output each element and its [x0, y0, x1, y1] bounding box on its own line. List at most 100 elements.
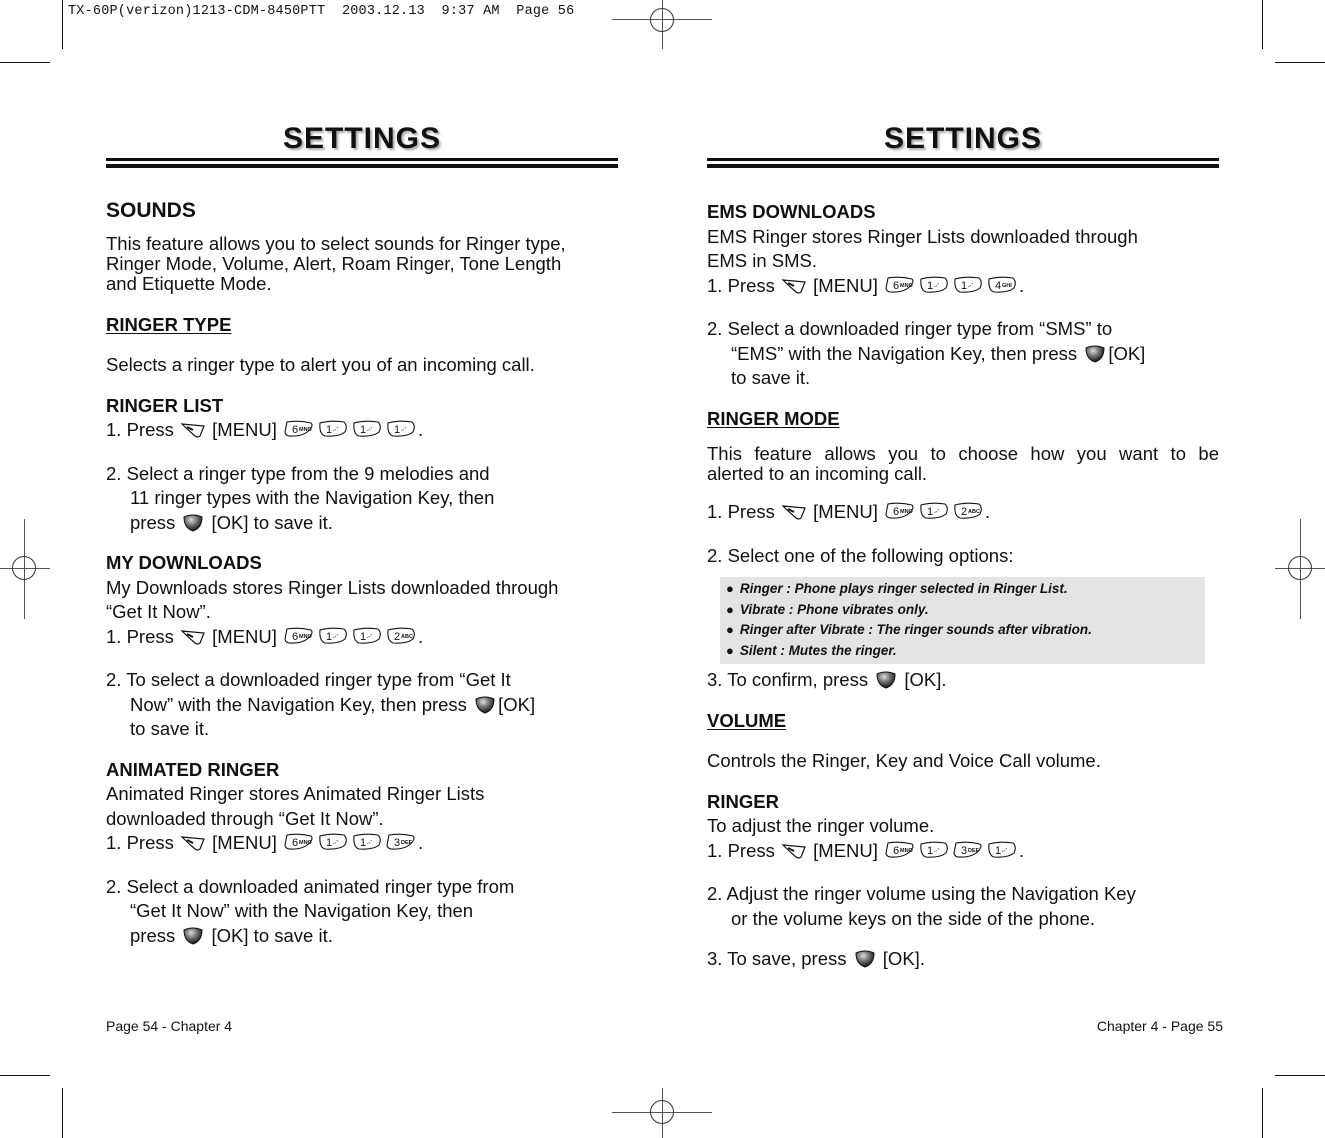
- menu-softkey-icon: [180, 421, 206, 446]
- svg-text:.-’: .-’: [934, 283, 939, 289]
- svg-text:2: 2: [961, 506, 967, 518]
- svg-text:6: 6: [893, 506, 899, 518]
- svg-text:.-’: .-’: [333, 427, 338, 433]
- keypad-6-icon: 6 MNO: [884, 276, 916, 302]
- crop-mark: [62, 0, 63, 49]
- subsection-heading-my-downloads: MY DOWNLOADS: [106, 552, 262, 573]
- ringer-mode-options-box: ● Ringer : Phone plays ringer selected in…: [720, 577, 1205, 664]
- menu-softkey-icon: [781, 503, 807, 528]
- crop-mark: [0, 62, 50, 63]
- keypad-1-icon: 1 .-’: [317, 833, 349, 859]
- subsection-heading-animated-ringer: ANIMATED RINGER: [106, 758, 280, 780]
- svg-text:1: 1: [927, 506, 933, 518]
- key-sequence: 6 MNO 1 .-’ 2 ABC: [883, 501, 985, 522]
- keypad-3-icon: 3 DEF: [385, 833, 417, 859]
- key-sequence: 6 MNO 1 .-’ 3 DEF 1 .-’: [883, 840, 1019, 861]
- svg-text:MNO: MNO: [299, 634, 313, 640]
- keypad-1-icon: 1 .-’: [918, 841, 950, 867]
- keypad-6-icon: 6 MNO: [283, 833, 315, 859]
- keypad-6-icon: 6 MNO: [283, 627, 315, 653]
- svg-text:1: 1: [927, 280, 933, 292]
- ringer-list-step1: 1. Press [MENU] 6 MNO 1 .-’ 1 .-’ 1 .-’.: [106, 418, 618, 446]
- svg-text:1: 1: [326, 424, 332, 436]
- svg-text:6: 6: [292, 837, 298, 849]
- svg-text:.-’: .-’: [367, 634, 372, 640]
- svg-text:.-’: .-’: [401, 427, 406, 433]
- keypad-1-icon: 1 .-’: [317, 627, 349, 653]
- svg-text:DEF: DEF: [401, 840, 413, 846]
- svg-text:1: 1: [326, 837, 332, 849]
- svg-text:1: 1: [995, 845, 1001, 857]
- keypad-4-icon: 4 GHI: [986, 276, 1018, 302]
- bullet-icon: ●: [726, 601, 734, 617]
- ok-button-icon: [855, 950, 875, 968]
- keypad-1-icon: 1 .-’: [385, 420, 417, 446]
- keypad-6-icon: 6 MNO: [884, 841, 916, 867]
- right-page: SETTINGS EMS DOWNLOADS EMS Ringer stores…: [707, 122, 1219, 969]
- crop-mark: [1275, 1075, 1325, 1076]
- title-rule: [106, 158, 618, 161]
- crop-mark: [1262, 0, 1263, 49]
- section-heading-ringer-type: RINGER TYPE: [106, 313, 232, 335]
- svg-text:6: 6: [292, 424, 298, 436]
- ok-button-icon: [475, 696, 495, 714]
- keypad-1-icon: 1 .-’: [351, 627, 383, 653]
- svg-text:.-’: .-’: [968, 283, 973, 289]
- svg-text:1: 1: [360, 837, 366, 849]
- bullet-icon: ●: [726, 622, 734, 637]
- menu-softkey-icon: [180, 628, 206, 653]
- option-item: ● Ringer after Vibrate : The ringer sound…: [726, 622, 1092, 637]
- key-sequence: 6 MNO 1 .-’ 1 .-’ 4 GHI: [883, 275, 1019, 296]
- svg-text:.-’: .-’: [934, 509, 939, 515]
- key-sequence: 6 MNO 1 .-’ 1 .-’ 2 ABC: [282, 626, 418, 647]
- key-sequence: 6 MNO 1 .-’ 1 .-’ 3 DEF: [282, 832, 418, 853]
- svg-text:6: 6: [292, 631, 298, 643]
- keypad-3-icon: 3 DEF: [952, 841, 984, 867]
- svg-text:MNO: MNO: [299, 427, 313, 433]
- ringer-type-description: Selects a ringer type to alert you of an…: [106, 354, 535, 375]
- page-footer-right: Chapter 4 - Page 55: [1096, 1018, 1223, 1034]
- svg-text:3: 3: [394, 837, 400, 849]
- svg-text:.-’: .-’: [333, 634, 338, 640]
- ringer-mode-step1: 1. Press [MENU] 6 MNO 1 .-’ 2 ABC.: [707, 500, 1219, 528]
- keypad-1-icon: 1 .-’: [952, 276, 984, 302]
- svg-text:1: 1: [360, 631, 366, 643]
- subsection-heading-ringer: RINGER: [707, 790, 779, 812]
- svg-text:MNO: MNO: [900, 283, 914, 289]
- key-sequence: 6 MNO 1 .-’ 1 .-’ 1 .-’: [282, 419, 418, 440]
- title-rule: [707, 158, 1219, 161]
- title-rule: [106, 164, 618, 168]
- ok-button-icon: [1085, 345, 1105, 363]
- svg-text:1: 1: [961, 280, 967, 292]
- my-downloads-step1: 1. Press [MENU] 6 MNO 1 .-’ 1 .-’ 2 ABC.: [106, 625, 618, 653]
- ringer-mode-description: This feature allows you to choose how yo…: [707, 443, 1219, 484]
- volume-description: Controls the Ringer, Key and Voice Call …: [707, 750, 1101, 771]
- crop-mark: [1262, 1088, 1263, 1138]
- svg-text:ABC: ABC: [968, 509, 980, 515]
- bullet-icon: ●: [726, 642, 734, 658]
- subsection-heading-ems-downloads: EMS DOWNLOADS: [707, 201, 876, 222]
- svg-text:6: 6: [893, 845, 899, 857]
- section-heading-ringer-mode: RINGER MODE: [707, 407, 840, 429]
- page-footer-left: Page 54 - Chapter 4: [106, 1018, 233, 1034]
- keypad-1-icon: 1 .-’: [918, 276, 950, 302]
- svg-text:.-’: .-’: [367, 427, 372, 433]
- svg-text:MNO: MNO: [900, 848, 914, 854]
- svg-text:4: 4: [995, 280, 1001, 292]
- section-heading-sounds: SOUNDS: [106, 199, 196, 222]
- ok-button-icon: [183, 927, 203, 945]
- svg-text:2: 2: [394, 631, 400, 643]
- bullet-icon: ●: [726, 581, 734, 596]
- option-item: ● Silent : Mutes the ringer.: [726, 642, 897, 658]
- menu-softkey-icon: [781, 842, 807, 867]
- page-title: SETTINGS: [883, 122, 1042, 155]
- ok-button-icon: [183, 514, 203, 532]
- svg-text:.-’: .-’: [333, 840, 338, 846]
- svg-text:.-’: .-’: [934, 848, 939, 854]
- svg-text:1: 1: [326, 631, 332, 643]
- menu-softkey-icon: [781, 277, 807, 302]
- svg-text:GHI: GHI: [1002, 283, 1012, 289]
- ems-downloads-step1: 1. Press [MENU] 6 MNO 1 .-’ 1 .-’ 4 GHI.: [707, 274, 1219, 302]
- crop-mark: [1275, 62, 1325, 63]
- keypad-6-icon: 6 MNO: [884, 502, 916, 528]
